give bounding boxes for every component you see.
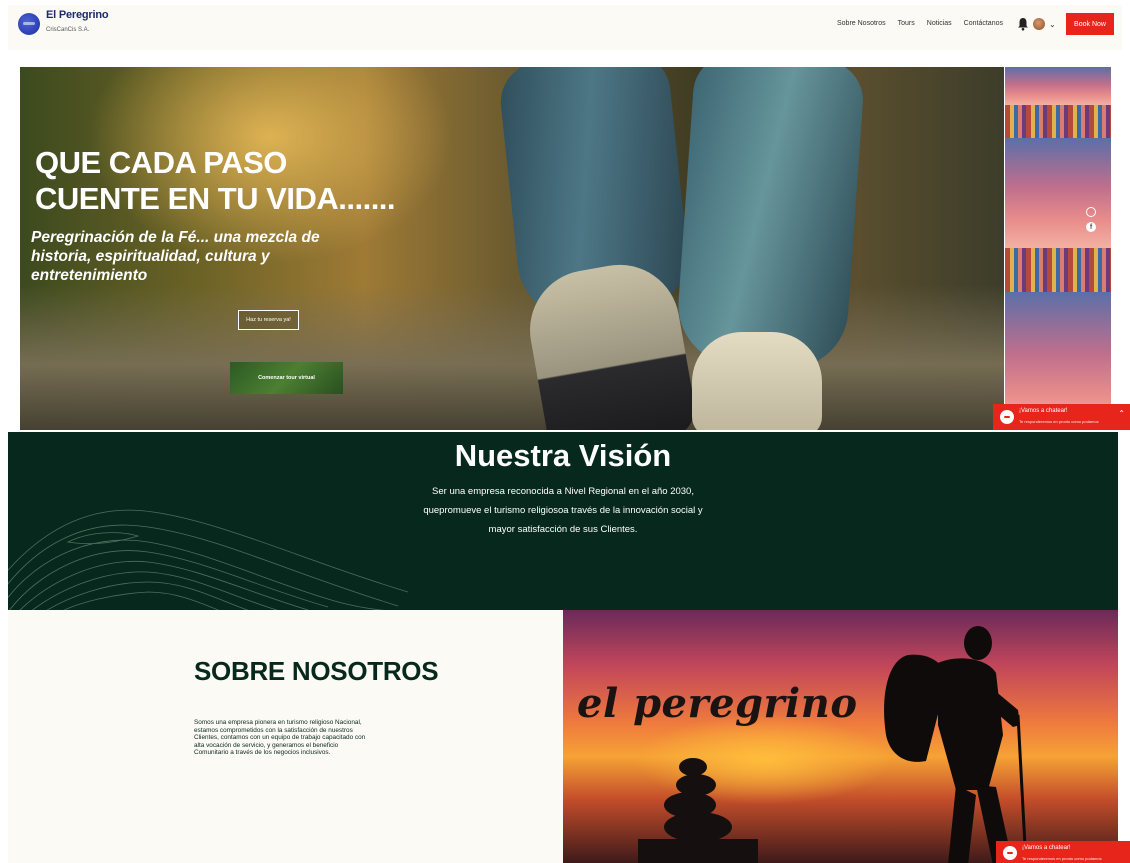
chat-subtitle: Te responderemos en pronto como podamos	[1022, 856, 1102, 861]
chat-title: ¡Vamos a chatear!	[1019, 408, 1068, 414]
facebook-icon[interactable]: f	[1086, 222, 1096, 232]
book-now-button[interactable]: Book Now	[1066, 13, 1114, 35]
site-subtitle: CrisCanCis S.A.	[46, 27, 90, 33]
site-title[interactable]: El Peregrino	[46, 9, 109, 21]
gallery-tile-town	[1005, 248, 1111, 292]
nav-item-noticias[interactable]: Noticias	[927, 20, 952, 27]
hero-subheading: Peregrinación de la Fé... una mezcla de …	[31, 229, 320, 284]
chevron-up-icon[interactable]: ⌃	[1118, 409, 1125, 418]
gallery-strip	[1005, 67, 1111, 430]
chat-icon	[1003, 846, 1017, 860]
vision-title: Nuestra Visión	[454, 438, 672, 473]
chat-title: ¡Vamos a chatear!	[1022, 845, 1071, 851]
reserve-button[interactable]: Haz tu reserva ya!	[238, 310, 299, 330]
stacked-rocks-silhouette	[638, 758, 758, 863]
hero-banner: QUE CADA PASO CUENTE EN TU VIDA....... P…	[20, 67, 1004, 430]
hero-heading: QUE CADA PASO CUENTE EN TU VIDA.......	[35, 145, 396, 216]
image-caption: el peregrino	[577, 680, 858, 727]
chat-widget[interactable]: ¡Vamos a chatear! Te responderemos en pr…	[993, 404, 1130, 430]
site-header: El Peregrino CrisCanCis S.A. Sobre Nosot…	[8, 5, 1122, 50]
virtual-tour-button[interactable]: Comenzar tour virtual	[230, 362, 343, 394]
nav-item-contactanos[interactable]: Contáctanos	[964, 20, 1003, 27]
gallery-tile-town	[1005, 105, 1111, 138]
nav-item-sobre-nosotros[interactable]: Sobre Nosotros	[837, 20, 886, 27]
chevron-down-icon[interactable]: ⌄	[1049, 20, 1056, 29]
hiker-silhouette	[884, 626, 1028, 863]
gallery-tile-sky	[1005, 138, 1111, 248]
chat-icon	[1000, 410, 1014, 424]
vision-text: Ser una empresa reconocida a Nivel Regio…	[423, 486, 703, 535]
gallery-tile-sky	[1005, 67, 1111, 105]
about-text: Somos una empresa pionera en turismo rel…	[194, 719, 366, 756]
chat-widget[interactable]: ¡Vamos a chatear! Te responderemos en pr…	[996, 841, 1130, 863]
chat-subtitle: Te responderemos en pronto como podamos	[1019, 419, 1099, 424]
nav-item-tours[interactable]: Tours	[898, 20, 915, 27]
about-section: SOBRE NOSOTROS Somos una empresa pionera…	[8, 610, 563, 863]
about-image: el peregrino	[563, 610, 1118, 863]
main-nav: Sobre Nosotros Tours Noticias Contáctano…	[837, 20, 1003, 27]
vision-section: Nuestra Visión Ser una empresa reconocid…	[8, 432, 1118, 610]
logo[interactable]	[18, 13, 40, 35]
about-title: SOBRE NOSOTROS	[194, 656, 439, 686]
instagram-icon[interactable]	[1086, 207, 1096, 217]
hero-image-shoe-right	[692, 332, 822, 430]
bell-icon[interactable]	[1017, 17, 1029, 31]
avatar[interactable]	[1033, 18, 1045, 30]
topographic-lines-decoration	[8, 509, 408, 610]
hero-image-leg-right	[674, 67, 866, 373]
